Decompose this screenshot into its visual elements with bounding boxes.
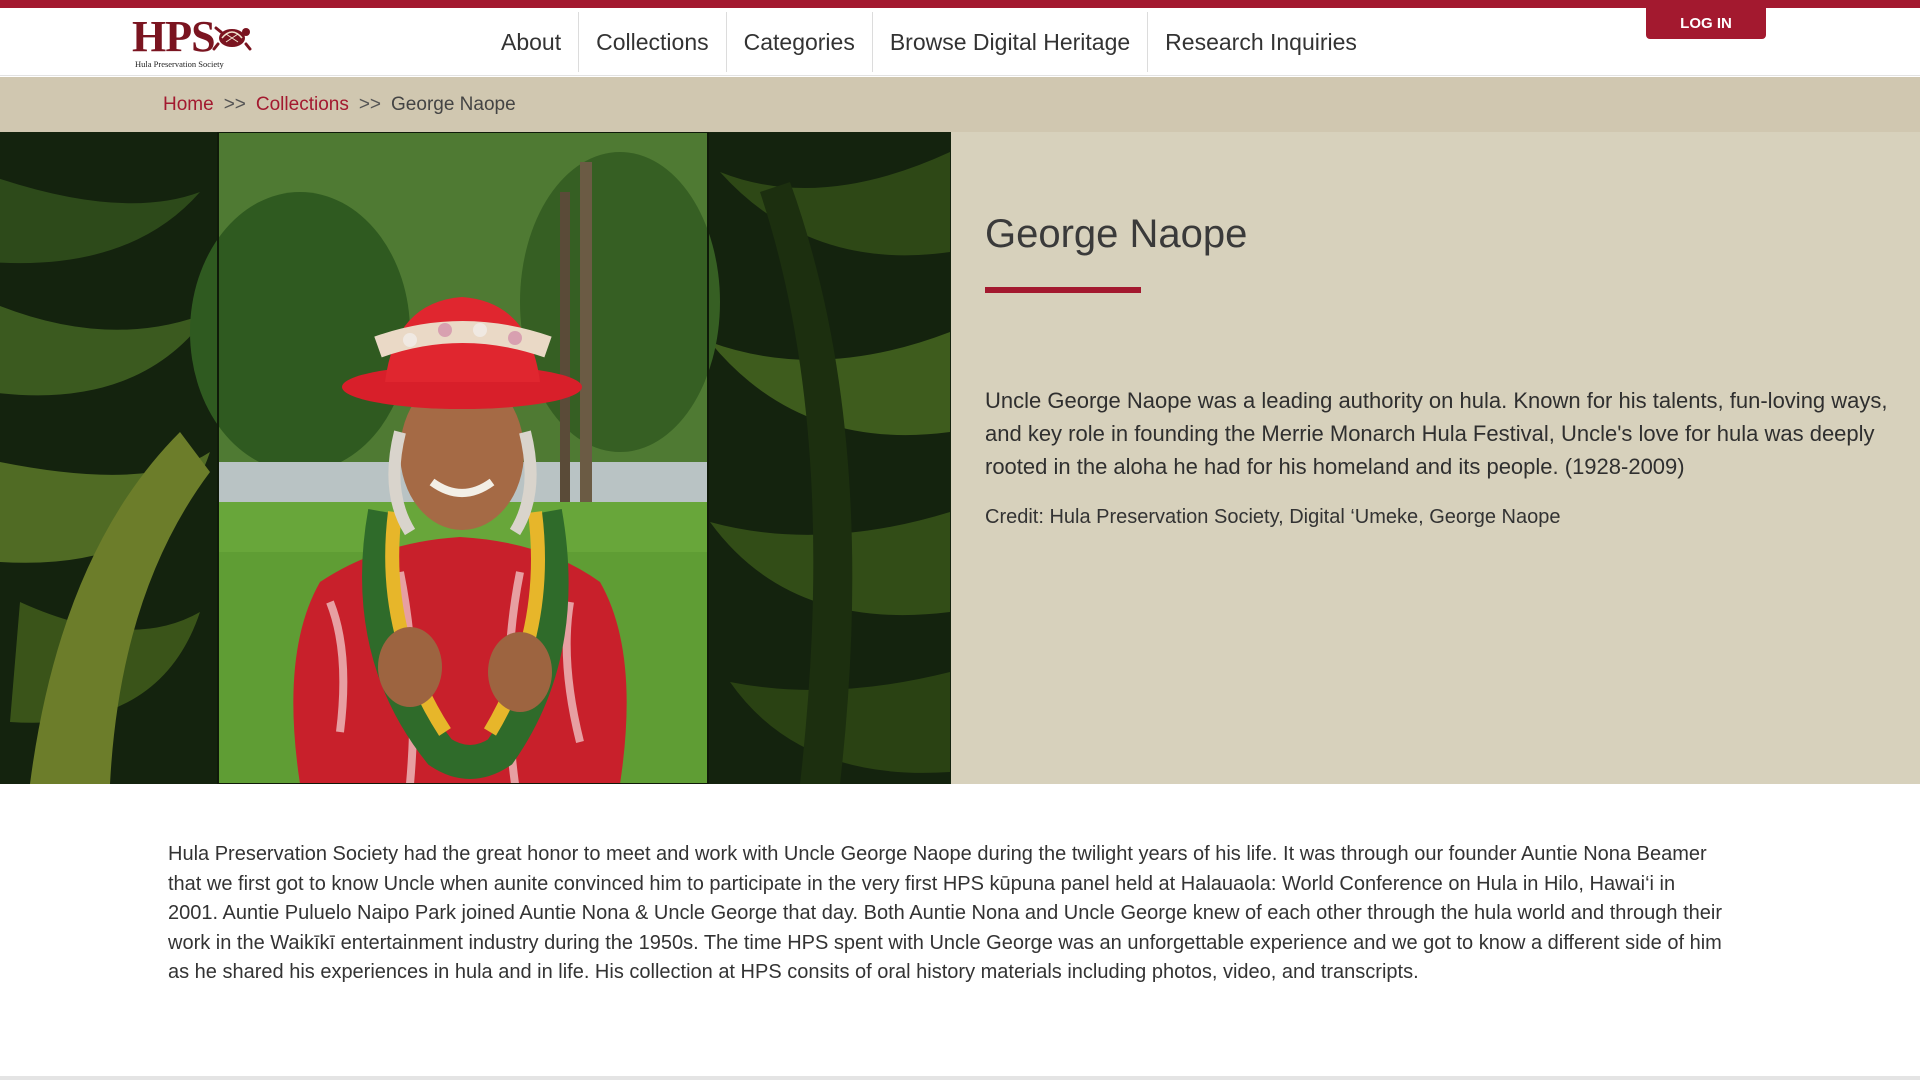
- profile-info-panel: George Naope Uncle George Naope was a le…: [951, 132, 1920, 784]
- main-nav: About Collections Categories Browse Digi…: [484, 12, 1374, 72]
- portrait-illustration: [0, 132, 951, 784]
- breadcrumb-collections[interactable]: Collections: [256, 94, 349, 116]
- breadcrumb-home[interactable]: Home: [163, 94, 214, 116]
- footer-divider: [0, 1076, 1920, 1080]
- page-title: George Naope: [985, 212, 1248, 256]
- profile-description: Uncle George Naope was a leading authori…: [985, 388, 1888, 479]
- title-underline: [985, 287, 1141, 293]
- collection-story: Hula Preservation Society had the great …: [168, 843, 1722, 983]
- nav-research-inquiries[interactable]: Research Inquiries: [1147, 12, 1374, 72]
- nav-collections[interactable]: Collections: [578, 12, 726, 72]
- logo-text: HPS: [132, 12, 216, 61]
- breadcrumb-separator: >>: [223, 93, 246, 115]
- breadcrumb-separator: >>: [358, 93, 382, 115]
- profile-photo: [0, 132, 951, 784]
- nav-browse-digital-heritage[interactable]: Browse Digital Heritage: [871, 12, 1147, 72]
- login-button[interactable]: LOG IN: [1646, 8, 1766, 39]
- turtle-logo-icon: [212, 26, 252, 51]
- site-logo[interactable]: HPS Hula Preservation Society: [132, 14, 252, 70]
- nav-about[interactable]: About: [484, 12, 578, 72]
- top-accent-strip: [0, 0, 1920, 8]
- breadcrumb-current: George Naope: [391, 93, 516, 115]
- profile-hero: George Naope Uncle George Naope was a le…: [0, 132, 1920, 784]
- photo-credit: Credit: Hula Preservation Society, Digit…: [985, 506, 1561, 528]
- nav-categories[interactable]: Categories: [725, 12, 872, 72]
- logo-subtitle: Hula Preservation Society: [135, 59, 224, 69]
- breadcrumb: Home >> Collections >> George Naope: [0, 77, 1920, 132]
- site-header: HPS Hula Preservation Society About Coll…: [0, 8, 1920, 76]
